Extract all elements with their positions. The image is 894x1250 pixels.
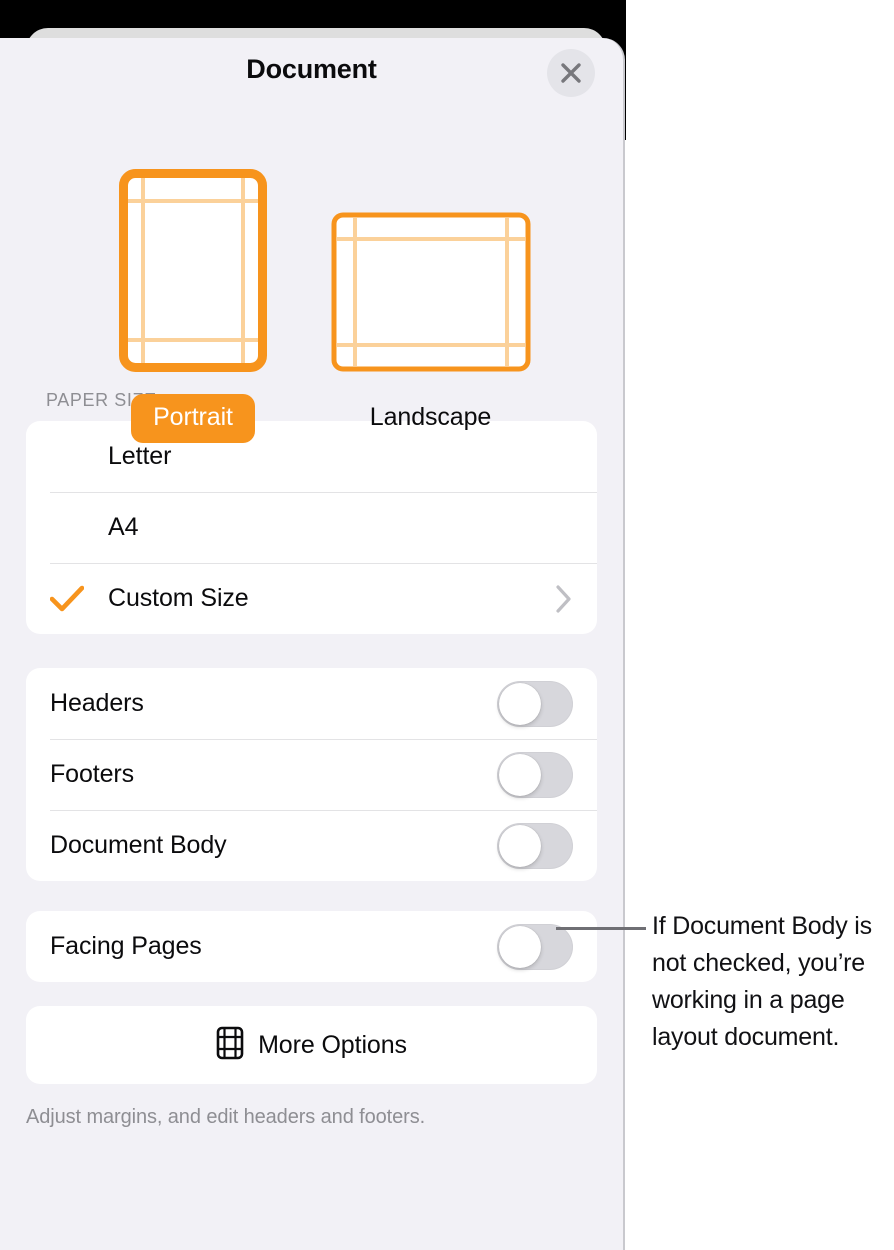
chevron-right-icon xyxy=(555,584,573,614)
paper-size-label-custom-size: Custom Size xyxy=(108,584,249,612)
setting-label-footers: Footers xyxy=(50,760,135,788)
paper-size-card: Letter A4 Custom Size xyxy=(26,421,597,634)
setting-label-headers: Headers xyxy=(50,689,144,717)
paper-size-option-letter[interactable]: Letter xyxy=(26,421,597,492)
more-options-button[interactable]: More Options xyxy=(26,1006,597,1084)
toggle-document-body[interactable] xyxy=(497,822,573,869)
orientation-selector: Portrait Landscape xyxy=(0,100,623,443)
setting-row-document-body: Document Body xyxy=(26,810,597,881)
page-landscape-icon xyxy=(303,162,558,372)
paper-size-label-letter: Letter xyxy=(108,442,172,470)
toggle-facing-pages[interactable] xyxy=(497,923,573,970)
toggle-knob xyxy=(499,753,541,796)
close-icon[interactable] xyxy=(547,49,595,97)
toggle-headers[interactable] xyxy=(497,680,573,727)
document-margins-icon xyxy=(216,1026,244,1065)
facing-pages-card: Facing Pages xyxy=(26,911,597,982)
popover-header: Document xyxy=(0,38,623,100)
checkmark-icon xyxy=(50,585,108,613)
toggle-knob xyxy=(499,682,541,725)
orientation-option-landscape[interactable]: Landscape xyxy=(303,162,558,443)
more-options-label: More Options xyxy=(258,1030,407,1059)
toggle-knob xyxy=(499,925,541,968)
page-elements-card: Headers Footers Document Body xyxy=(26,668,597,881)
setting-row-footers: Footers xyxy=(26,739,597,810)
page-portrait-icon xyxy=(63,162,323,372)
callout-annotation: If Document Body is not checked, you’re … xyxy=(652,912,872,1051)
callout-leader-line xyxy=(556,927,646,930)
screenshot-stage: Document Portrait Landscape PAPER SIZE L… xyxy=(0,0,894,1250)
document-settings-popover: Document Portrait Landscape PAPER SIZE L… xyxy=(0,38,625,1250)
toggle-footers[interactable] xyxy=(497,751,573,798)
paper-size-option-a4[interactable]: A4 xyxy=(26,492,597,563)
paper-size-label-a4: A4 xyxy=(108,513,139,541)
setting-label-facing-pages: Facing Pages xyxy=(50,932,202,960)
paper-size-option-custom-size[interactable]: Custom Size xyxy=(26,563,597,634)
orientation-option-portrait[interactable]: Portrait xyxy=(63,162,323,443)
page-title: Document xyxy=(246,54,377,84)
footnote-text: Adjust margins, and edit headers and foo… xyxy=(26,1106,426,1128)
setting-label-document-body: Document Body xyxy=(50,831,227,859)
setting-row-facing-pages: Facing Pages xyxy=(26,911,597,982)
toggle-knob xyxy=(499,824,541,867)
setting-row-headers: Headers xyxy=(26,668,597,739)
